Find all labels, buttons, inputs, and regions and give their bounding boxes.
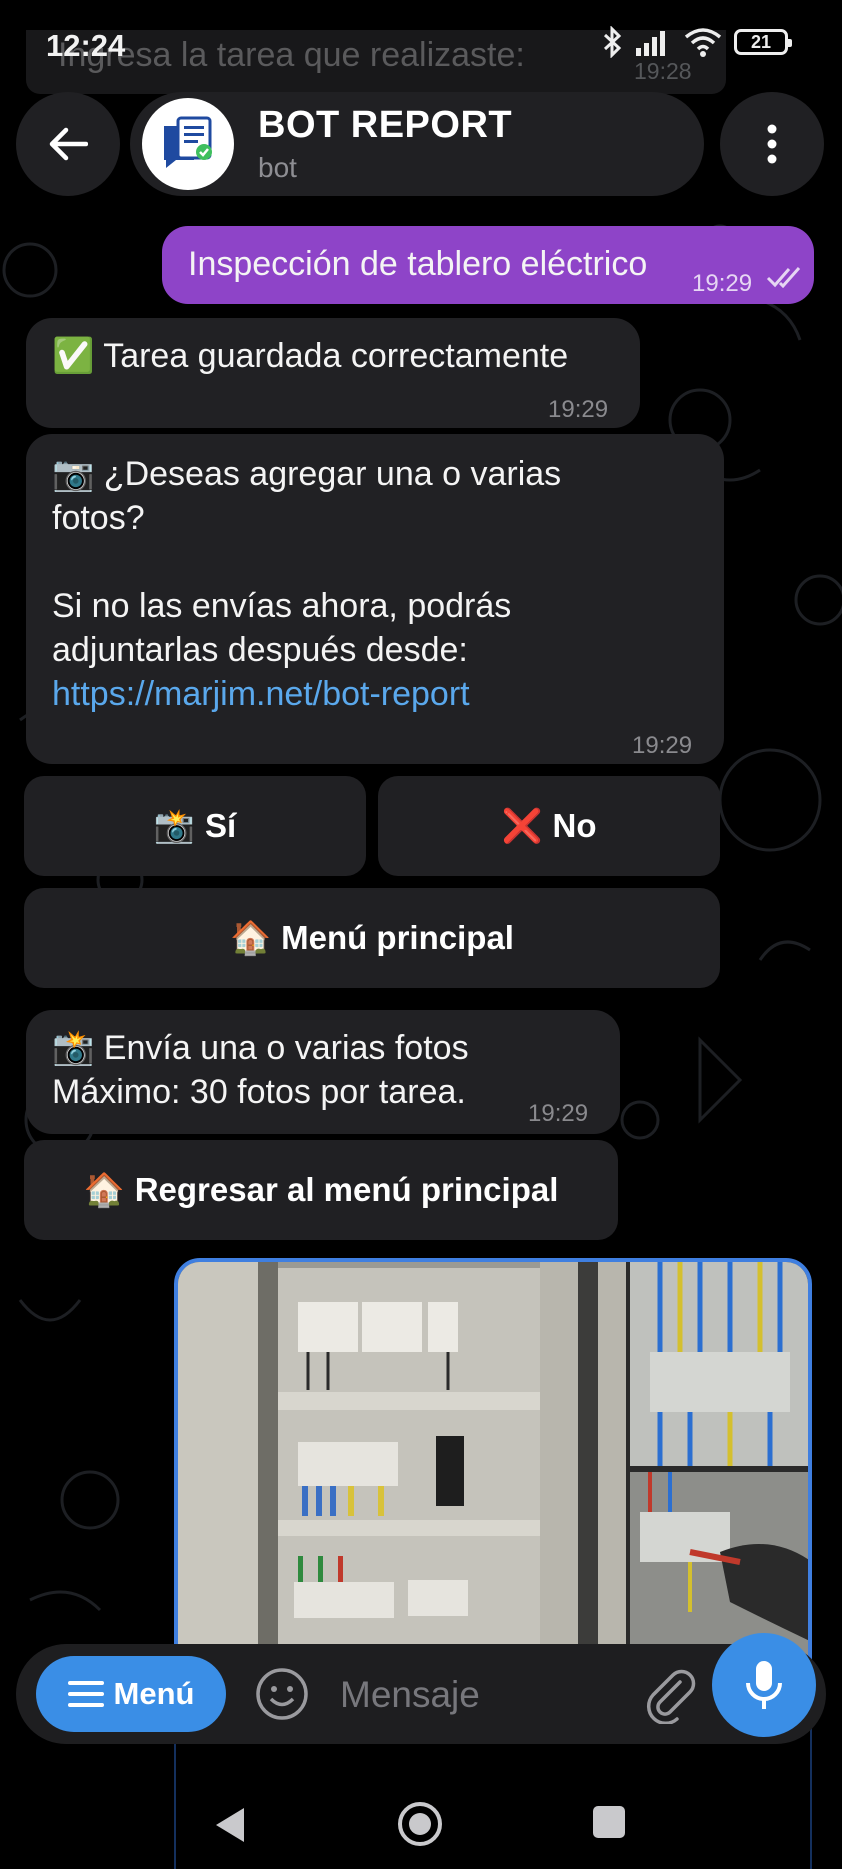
- microphone-icon: [746, 1661, 782, 1709]
- ask-line: 📷 ¿Deseas agregar una o varias fotos?: [52, 452, 662, 540]
- message-composer: Menú: [16, 1644, 826, 1744]
- message-time: 19:29: [548, 396, 609, 423]
- nav-home-icon[interactable]: [396, 1800, 444, 1848]
- cross-mark-emoji: ❌: [501, 806, 543, 844]
- chat-title: BOT REPORT: [258, 104, 513, 146]
- camera-flash-emoji: 📸: [153, 806, 195, 844]
- later-text: Si no las envías ahora, podrás adjuntarl…: [52, 587, 512, 669]
- wifi-icon: [684, 28, 722, 57]
- yes-label: Sí: [204, 807, 237, 844]
- more-vert-icon: [767, 124, 777, 164]
- status-time: 12:24: [46, 28, 126, 63]
- signal-icon: [636, 31, 665, 56]
- paperclip-icon[interactable]: [640, 1664, 700, 1724]
- send-line: 📸 Envía una o varias fotos: [52, 1026, 469, 1070]
- incoming-message[interactable]: 📸 Envía una o varias fotos Máximo: 30 fo…: [26, 1010, 620, 1134]
- saved-text: Tarea guardada correctamente: [103, 337, 569, 375]
- message-input[interactable]: [340, 1668, 630, 1722]
- check-mark-emoji: ✅: [52, 337, 95, 375]
- voice-record-button[interactable]: [712, 1633, 816, 1737]
- main-menu-button[interactable]: 🏠 Menú principal: [24, 888, 720, 988]
- report-link[interactable]: https://marjim.net/bot-report: [52, 672, 662, 716]
- back-button[interactable]: [16, 92, 120, 196]
- ask-text: ¿Deseas agregar una o varias fotos?: [52, 455, 562, 537]
- menu-icon: [67, 1681, 104, 1707]
- camera-flash-emoji: 📸: [52, 1029, 95, 1067]
- back-to-menu-button[interactable]: 🏠 Regresar al menú principal: [24, 1140, 618, 1240]
- message-text: ✅ Tarea guardada correctamente: [52, 334, 568, 378]
- yes-button[interactable]: 📸 Sí: [24, 776, 366, 876]
- status-icons: 21: [602, 26, 792, 58]
- camera-emoji: 📷: [52, 455, 95, 493]
- arrow-left-icon: [49, 127, 88, 161]
- battery-level: 21: [750, 31, 772, 52]
- terminal-block-photo[interactable]: [630, 1262, 812, 1466]
- report-document-icon: [164, 116, 212, 168]
- nav-back-icon[interactable]: [212, 1806, 248, 1844]
- message-time: 19:29: [632, 732, 693, 759]
- chat-header[interactable]: BOT REPORT bot: [130, 92, 704, 196]
- more-options-button[interactable]: [720, 92, 824, 196]
- electrical-panel-photo[interactable]: [178, 1262, 626, 1678]
- no-label: No: [552, 807, 597, 844]
- nav-recents-icon[interactable]: [593, 1806, 625, 1838]
- message-time: 19:29: [692, 270, 753, 297]
- double-check-icon: [766, 267, 801, 288]
- no-button[interactable]: ❌ No: [378, 776, 720, 876]
- incoming-message[interactable]: 📷 ¿Deseas agregar una o varias fotos? Si…: [26, 434, 724, 764]
- battery-icon: 21: [734, 29, 792, 55]
- max-text: Máximo: 30 fotos por tarea.: [52, 1073, 466, 1111]
- back-to-menu-label: Regresar al menú principal: [134, 1171, 559, 1208]
- house-emoji: 🏠: [83, 1170, 125, 1208]
- message-body: 📸 Envía una o varias fotos Máximo: 30 fo…: [52, 1026, 469, 1114]
- house-emoji: 🏠: [230, 918, 272, 956]
- menu-label: Menú: [113, 1676, 195, 1711]
- incoming-message[interactable]: ✅ Tarea guardada correctamente 19:29: [26, 318, 640, 428]
- photo-album[interactable]: [174, 1258, 812, 1678]
- message-text: Inspección de tablero eléctrico: [188, 245, 648, 283]
- message-body: 📷 ¿Deseas agregar una o varias fotos? Si…: [52, 452, 662, 716]
- chat-subtitle: bot: [258, 152, 297, 183]
- bluetooth-icon: [603, 26, 622, 58]
- system-nav-bar: [0, 1770, 842, 1869]
- bot-menu-button[interactable]: Menú: [36, 1656, 226, 1732]
- avatar[interactable]: [142, 98, 234, 190]
- main-menu-label: Menú principal: [281, 919, 514, 956]
- message-time: 19:29: [528, 1100, 589, 1127]
- smile-icon[interactable]: [254, 1666, 310, 1722]
- outgoing-message[interactable]: Inspección de tablero eléctrico 19:29: [162, 226, 814, 304]
- status-bar: 12:24 21: [0, 0, 842, 86]
- send-text: Envía una o varias fotos: [103, 1029, 469, 1067]
